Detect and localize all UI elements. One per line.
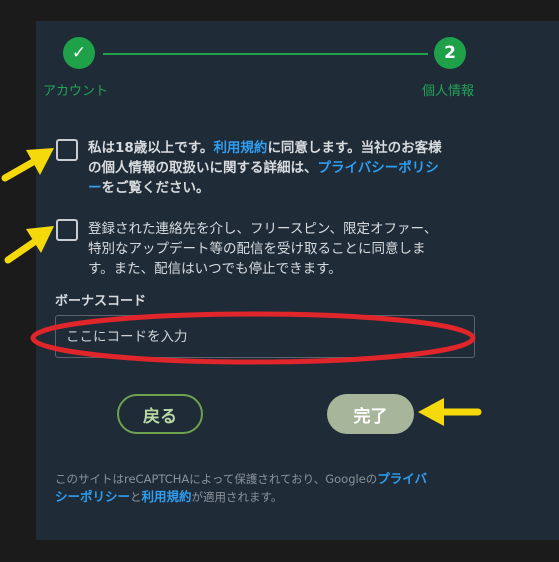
- age-terms-checkbox[interactable]: [56, 139, 78, 161]
- bonus-code-label: ボーナスコード: [55, 294, 147, 309]
- registration-panel: [36, 21, 559, 540]
- back-button[interactable]: 戻る: [117, 394, 203, 434]
- step2-number: 2: [434, 37, 466, 69]
- stepper-progress-line: [103, 53, 428, 55]
- privacy-policy-link[interactable]: プライバシーポリシ: [318, 160, 439, 176]
- step2-label: 個人情報: [422, 84, 475, 99]
- marketing-consent-checkbox[interactable]: [56, 219, 78, 241]
- terms-link[interactable]: 利用規約: [213, 140, 267, 156]
- google-terms-link[interactable]: 利用規約: [142, 489, 192, 504]
- bonus-code-input[interactable]: [55, 315, 475, 358]
- marketing-consent-text: 登録された連絡先を介し、フリースピン、限定オファー、 特別なアップデート等の配信…: [88, 221, 438, 277]
- google-privacy-link[interactable]: プライバ: [377, 471, 427, 486]
- age-terms-consent-text: 私は18歳以上です。利用規約に同意します。当社のお客様 の個人情報の取扱いに関す…: [88, 140, 442, 196]
- step1-complete-check-icon: ✓: [63, 37, 95, 69]
- complete-button[interactable]: 完了: [327, 394, 414, 434]
- google-privacy-link-cont[interactable]: シーポリシー: [55, 489, 130, 504]
- recaptcha-notice: このサイトはreCAPTCHAによって保護されており、Googleのプライバ シ…: [55, 471, 428, 504]
- privacy-policy-link-cont[interactable]: ー: [88, 180, 102, 196]
- step1-label: アカウント: [43, 84, 109, 99]
